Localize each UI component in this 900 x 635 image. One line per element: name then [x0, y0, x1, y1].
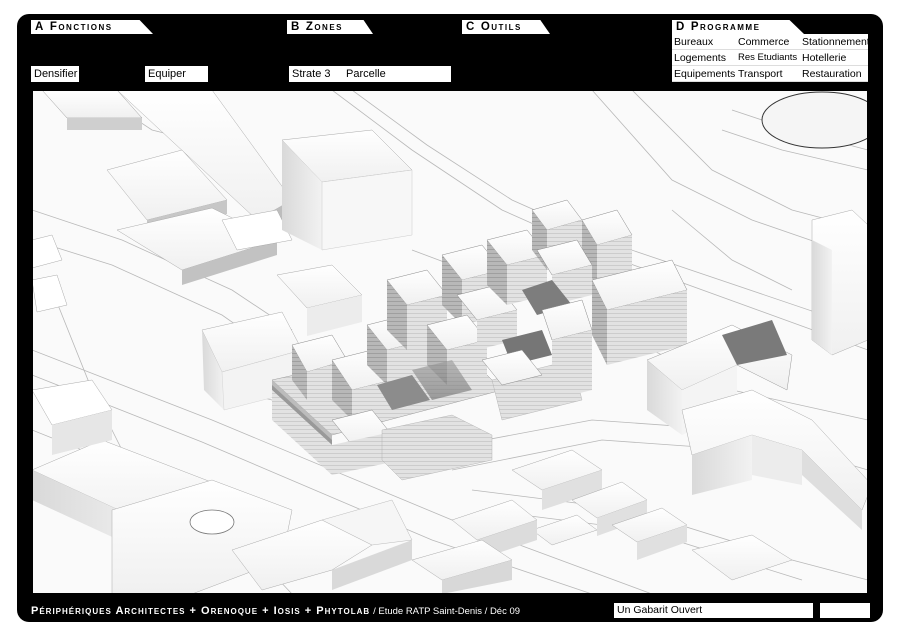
tab-label: Zones — [305, 21, 344, 33]
equiper-option[interactable]: Equiper — [145, 66, 208, 82]
slab-buildings — [41, 90, 413, 285]
programme-grid: Bureaux Commerce Stationnement Logements… — [672, 34, 870, 82]
strate-option[interactable]: Strate 3 — [289, 66, 343, 82]
programme-bureaux[interactable]: Bureaux — [672, 34, 736, 50]
programme-hotellerie[interactable]: Hotellerie — [800, 50, 868, 66]
tab-label: Programme — [690, 21, 761, 33]
densifier-option[interactable]: Densifier — [31, 66, 79, 82]
study-label: / Etude RATP Saint-Denis / Déc 09 — [373, 606, 521, 617]
tab-letter: D — [676, 21, 686, 33]
tab-outils[interactable]: C Outils — [462, 20, 550, 34]
programme-commerce[interactable]: Commerce — [736, 34, 800, 50]
footer-credits-line: Périphériques Architectes + Orenoque + I… — [31, 604, 520, 619]
circular-plaza — [761, 91, 868, 149]
programme-equipements[interactable]: Equipements — [672, 66, 736, 82]
tab-letter: A — [35, 21, 45, 33]
tab-programme[interactable]: D Programme — [672, 20, 804, 34]
programme-logements[interactable]: Logements — [672, 50, 736, 66]
parcelle-option[interactable]: Parcelle — [343, 66, 451, 82]
programme-transport[interactable]: Transport — [736, 66, 800, 82]
right-tower — [811, 209, 868, 356]
presentation-frame: A Fonctions B Zones C Outils D Programme Den… — [17, 14, 883, 622]
programme-restauration[interactable]: Restauration — [800, 66, 868, 82]
tab-letter: B — [291, 21, 301, 33]
programme-stationnement[interactable]: Stationnement — [800, 34, 870, 50]
tab-letter: C — [466, 21, 476, 33]
footer-blank-field — [820, 603, 870, 618]
tab-label: Outils — [480, 21, 522, 33]
axonometric-viewport[interactable] — [32, 90, 868, 594]
tab-label: Fonctions — [49, 21, 113, 33]
urban-model-render — [32, 90, 868, 594]
credits: Périphériques Architectes + Orenoque + I… — [31, 605, 371, 617]
tab-zones[interactable]: B Zones — [287, 20, 373, 34]
programme-res-etudiants[interactable]: Res Etudiants — [736, 50, 800, 66]
tab-fonctions[interactable]: A Fonctions — [31, 20, 153, 34]
drawing-title: Un Gabarit Ouvert — [614, 603, 813, 618]
